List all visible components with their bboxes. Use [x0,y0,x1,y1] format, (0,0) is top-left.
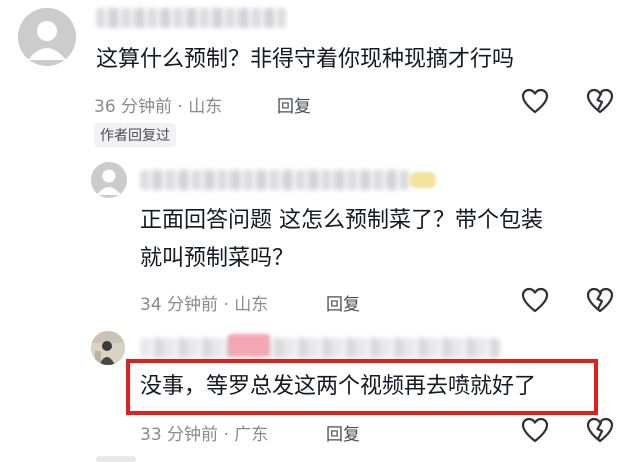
username-blurred[interactable] [140,170,410,190]
reply-button[interactable]: 回复 [326,290,360,315]
dislike-button[interactable] [586,88,614,114]
heart-icon [521,417,549,443]
author-replied-tag: 作者回复过 [94,123,176,147]
comment-text-line-2: 就叫预制菜吗？ [140,246,295,271]
avatar[interactable] [91,331,125,365]
avatar[interactable] [91,162,127,198]
default-avatar-icon [91,162,127,198]
avatar[interactable] [18,8,76,66]
username-blurred[interactable] [140,338,500,358]
like-button[interactable] [521,88,549,114]
broken-heart-icon [586,417,614,443]
comment-time-location: 34 分钟前 · 山东 [140,295,269,315]
user-photo-avatar-icon [91,331,125,365]
comment-text-line-1: 正面回答问题 这怎么预制菜了？带个包装 [140,208,543,233]
default-avatar-icon [18,8,76,66]
reply-button[interactable]: 回复 [277,92,311,117]
broken-heart-icon [586,287,614,313]
comment-text: 这算什么预制？非得守着你现种现摘才行吗 [96,47,515,72]
username-emoji-blurred [410,172,436,188]
heart-icon [521,287,549,313]
dislike-button[interactable] [586,287,614,313]
next-comment-cutoff [96,456,136,462]
like-button[interactable] [521,287,549,313]
comment-time-location: 36 分钟前 · 山东 [94,97,223,117]
comment-time-location: 33 分钟前 · 广东 [140,425,269,445]
like-button[interactable] [521,417,549,443]
broken-heart-icon [586,88,614,114]
username-blurred[interactable] [96,8,286,28]
dislike-button[interactable] [586,417,614,443]
heart-icon [521,88,549,114]
username-badge-blurred [228,334,270,356]
comment-text: 没事，等罗总发这两个视频再去喷就好了 [140,374,537,399]
reply-button[interactable]: 回复 [326,420,360,445]
